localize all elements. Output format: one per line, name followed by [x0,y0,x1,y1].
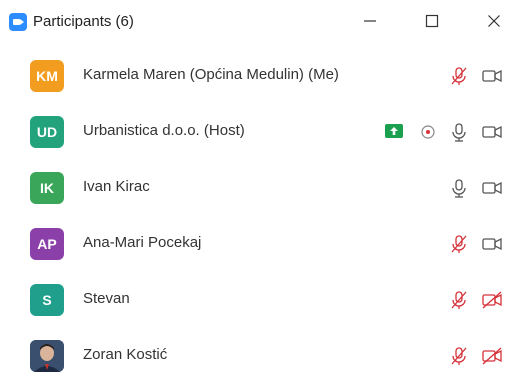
maximize-icon [425,14,439,28]
participant-row[interactable]: Zoran Kostić [0,326,507,382]
participant-name: Ana-Mari Pocekaj [83,234,202,251]
participant-name: Karmela Maren (Općina Medulin) (Me) [83,66,339,83]
participant-name: Zoran Kostić [83,346,168,363]
screen-share-icon[interactable] [385,124,403,138]
mic-muted-icon[interactable] [448,65,470,87]
window-title: Participants (6) [33,13,134,30]
participant-name: Stevan [83,290,130,307]
mic-icon[interactable] [448,121,470,143]
video-on-icon[interactable] [481,177,503,199]
avatar: S [30,284,64,316]
avatar: IK [30,172,64,204]
minimize-icon [364,20,376,22]
close-button[interactable] [481,9,507,33]
avatar: AP [30,228,64,260]
participant-row[interactable]: IK Ivan Kirac [0,158,507,214]
mic-muted-icon[interactable] [448,345,470,367]
mic-icon[interactable] [448,177,470,199]
participant-name: Urbanistica d.o.o. (Host) [83,122,245,139]
participant-row[interactable]: S Stevan [0,270,507,326]
video-off-icon[interactable] [481,345,503,367]
maximize-button[interactable] [419,9,445,33]
participant-row[interactable]: AP Ana-Mari Pocekaj [0,214,507,270]
video-off-icon[interactable] [481,289,503,311]
mic-muted-icon[interactable] [448,289,470,311]
video-on-icon[interactable] [481,121,503,143]
title-bar: Participants (6) [0,0,507,44]
participant-row[interactable]: KM Karmela Maren (Općina Medulin) (Me) [0,46,507,102]
video-on-icon[interactable] [481,233,503,255]
avatar: KM [30,60,64,92]
avatar: UD [30,116,64,148]
zoom-app-icon [9,13,27,31]
participant-name: Ivan Kirac [83,178,150,195]
participant-row[interactable]: UD Urbanistica d.o.o. (Host) [0,102,507,158]
minimize-button[interactable] [357,9,383,33]
close-icon [488,15,500,27]
record-icon[interactable] [417,121,439,143]
video-on-icon[interactable] [481,65,503,87]
avatar-photo [30,340,64,372]
mic-muted-icon[interactable] [448,233,470,255]
